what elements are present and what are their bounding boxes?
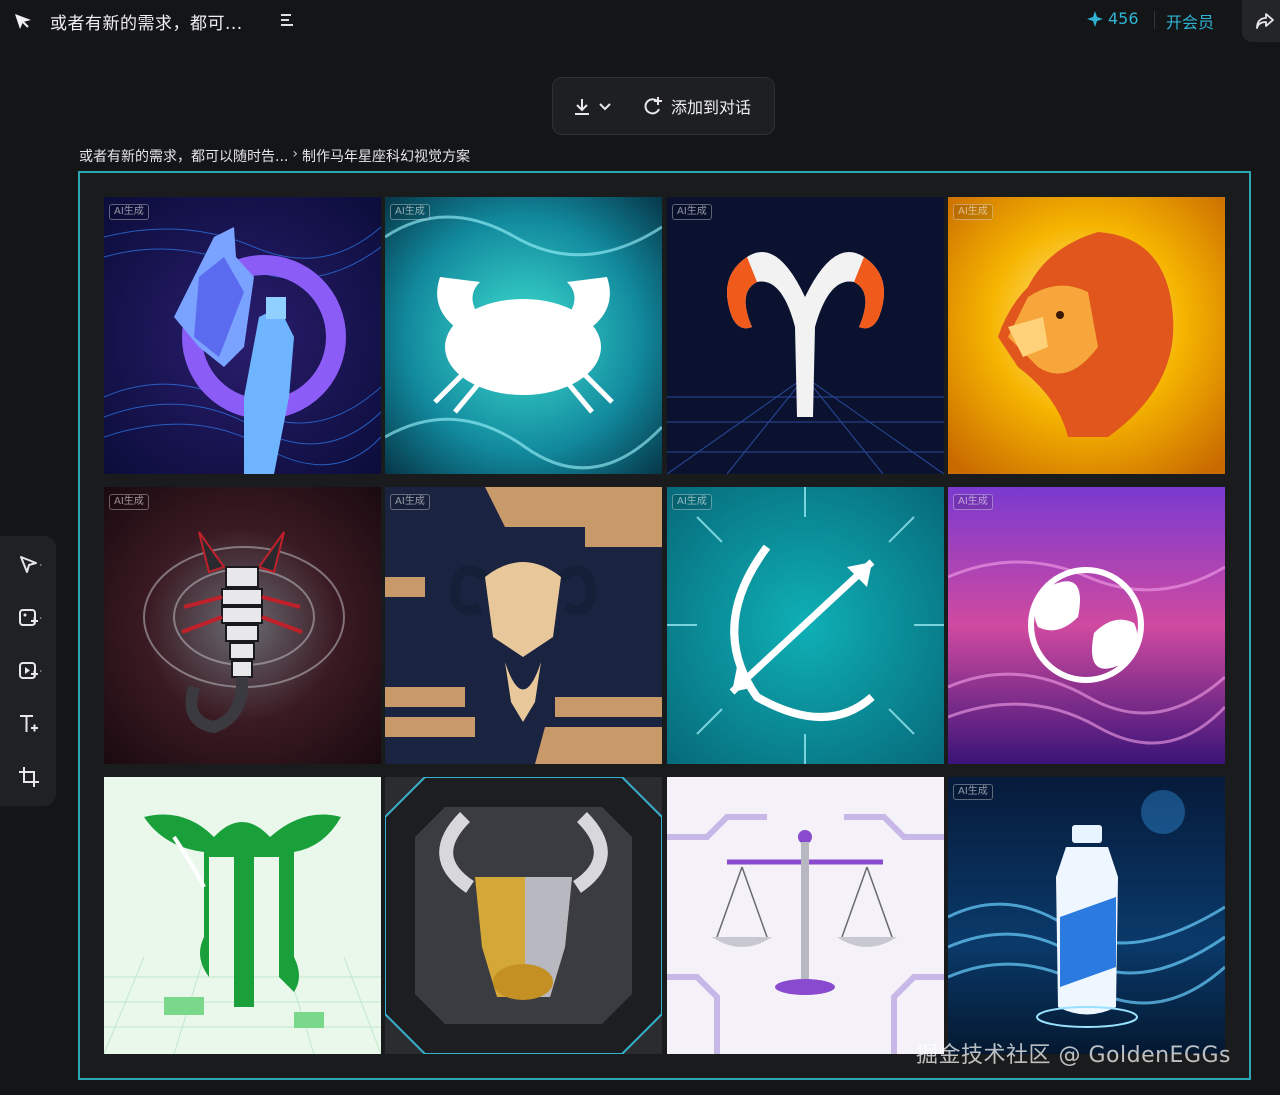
menu-icon[interactable]: [278, 11, 296, 29]
image-tile-capricorn[interactable]: AI生成: [385, 487, 662, 764]
ai-generated-badge: AI生成: [390, 204, 430, 220]
image-tile-water-bottle[interactable]: AI生成: [948, 777, 1225, 1054]
ai-generated-badge: AI生成: [109, 494, 149, 510]
image-edit-tool-icon: [19, 609, 42, 626]
ai-generated-badge: AI生成: [672, 494, 712, 510]
download-icon: [575, 99, 589, 115]
image-tile-virgo[interactable]: [104, 777, 381, 1054]
select-tool-icon: [20, 556, 42, 573]
image-tile-libra[interactable]: [667, 777, 944, 1054]
aries-ram-symbol-image: [667, 197, 944, 474]
ai-generated-badge: AI生成: [953, 494, 993, 510]
crop-tool-icon: [19, 767, 39, 787]
select-tool[interactable]: [14, 550, 44, 580]
ai-generated-badge: AI生成: [109, 204, 149, 220]
sparkle-icon: [1087, 10, 1103, 27]
top-bar: 或者有新的需求，都可... 456 开会员: [0, 0, 1280, 44]
credits-counter[interactable]: 456: [1086, 9, 1139, 28]
chevron-down-icon: [599, 103, 611, 111]
add-to-chat-button[interactable]: 添加到对话: [643, 93, 751, 119]
libra-scales-image: [667, 777, 944, 1054]
add-to-chat-icon: [644, 97, 662, 115]
video-add-tool[interactable]: [14, 656, 44, 686]
virgo-symbol-image: [104, 777, 381, 1054]
sagittarius-bow-image: [667, 487, 944, 764]
video-add-tool-icon: [19, 662, 42, 679]
capricorn-goat-image: [385, 487, 662, 764]
image-tile-cancer[interactable]: AI生成: [385, 197, 662, 474]
credits-value: 456: [1108, 9, 1139, 28]
ai-generated-badge: AI生成: [390, 494, 430, 510]
pisces-fish-image: [948, 487, 1225, 764]
conversation-title[interactable]: 或者有新的需求，都可...: [50, 9, 243, 34]
ai-generated-badge: AI生成: [953, 204, 993, 220]
leo-lion-image: [948, 197, 1225, 474]
taurus-bull-image: [385, 777, 662, 1054]
breadcrumb-separator: ›: [292, 146, 298, 162]
ai-generated-badge: AI生成: [953, 784, 993, 800]
image-grid: AI生成 AI生成 AI生成 AI生成 AI生成 AI生成 AI生成 AI生成 …: [104, 197, 1225, 1054]
breadcrumb-parent[interactable]: 或者有新的需求，都可以随时告...: [79, 146, 288, 166]
text-tool[interactable]: [14, 709, 44, 739]
image-tile-aries[interactable]: AI生成: [667, 197, 944, 474]
membership-button[interactable]: 开会员: [1166, 9, 1214, 33]
share-icon: [1256, 13, 1274, 29]
crop-tool[interactable]: [14, 762, 44, 792]
image-edit-tool[interactable]: [14, 603, 44, 633]
water-bottle-image: [948, 777, 1225, 1054]
image-tile-sagittarius[interactable]: AI生成: [667, 487, 944, 764]
image-tile-leo[interactable]: AI生成: [948, 197, 1225, 474]
image-tile-scorpio[interactable]: AI生成: [104, 487, 381, 764]
ai-generated-badge: AI生成: [672, 204, 712, 220]
share-button[interactable]: [1242, 0, 1280, 42]
cancer-crab-image: [385, 197, 662, 474]
image-tile-taurus[interactable]: [385, 777, 662, 1054]
divider: [1154, 11, 1155, 29]
text-tool-icon: [20, 715, 38, 732]
image-toolbar: 添加到对话: [552, 77, 775, 135]
add-to-chat-label: 添加到对话: [671, 98, 752, 117]
image-tile-pisces[interactable]: AI生成: [948, 487, 1225, 764]
breadcrumb: 或者有新的需求，都可以随时告... › 制作马年星座科幻视觉方案: [79, 146, 470, 166]
download-button[interactable]: [571, 96, 619, 118]
image-tile-aquarius[interactable]: AI生成: [104, 197, 381, 474]
breadcrumb-current: 制作马年星座科幻视觉方案: [301, 149, 470, 165]
canvas-tools-panel: [0, 536, 56, 806]
scorpio-scorpion-image: [104, 487, 381, 764]
aquarius-figure-image: [104, 197, 381, 474]
app-logo-icon[interactable]: [12, 10, 34, 32]
watermark: 掘金技术社区 @ GoldenEGGs: [916, 1043, 1232, 1068]
